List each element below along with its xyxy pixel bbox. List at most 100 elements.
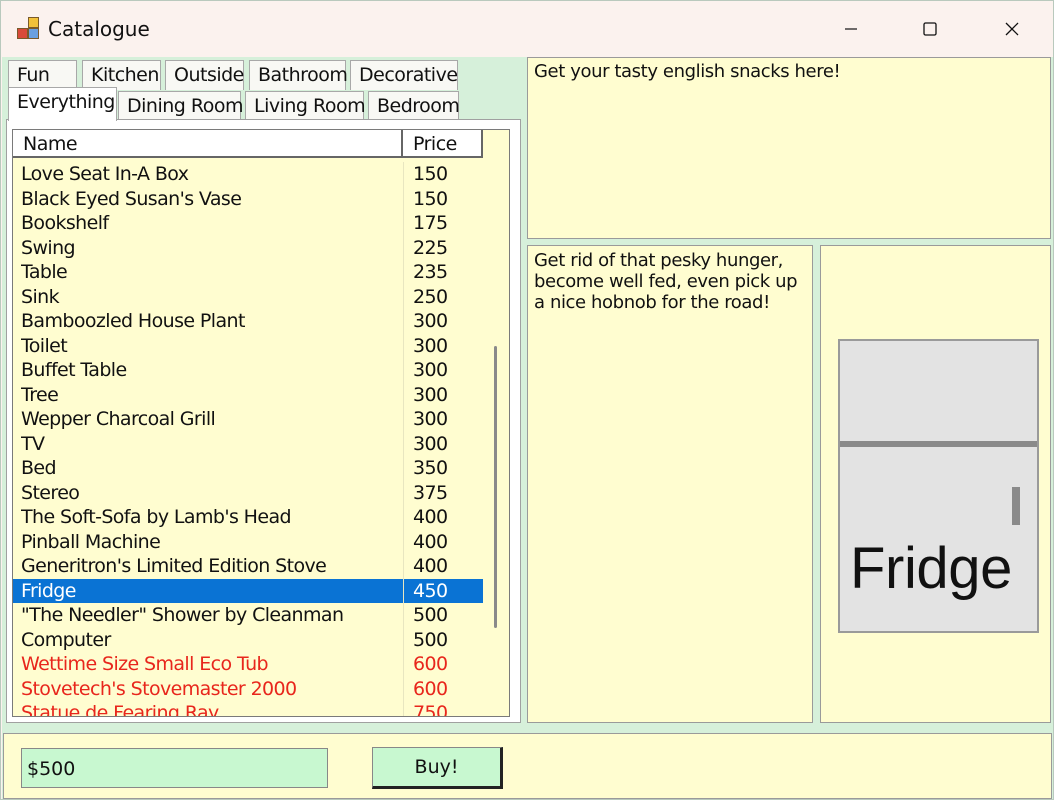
item-name: Black Eyed Susan's Vase [21,187,242,210]
item-name: Swing [21,236,76,259]
list-item[interactable]: Tree 300 [13,382,483,407]
close-button[interactable] [972,1,1052,57]
tab-everything[interactable]: Everything [8,87,117,121]
item-price: 750 [413,702,448,717]
item-name: TV [21,432,45,455]
item-name: Tree [21,383,59,406]
item-price: 400 [413,555,448,577]
list-item[interactable]: Toilet 300 [13,333,483,358]
item-name: Stovetech's Stovemaster 2000 [21,677,297,700]
list-item[interactable]: Wepper Charcoal Grill 300 [13,407,483,432]
list-item[interactable]: Wettime Size Small Eco Tub 600 [13,652,483,677]
list-item[interactable]: Statue de Fearing Ray 750 [13,701,483,717]
fridge-label: Fridge [850,536,1012,601]
tagline-text: Get your tasty english snacks here! [534,61,841,82]
item-name: "The Needler" Shower by Cleanman [21,604,344,626]
window-title: Catalogue [48,17,150,41]
list-item[interactable]: Fridge 450 [13,578,483,603]
item-name: Toilet [21,334,68,357]
tab-kitchen[interactable]: Kitchen [82,60,161,90]
scrollbar-thumb[interactable] [494,346,497,628]
item-name: The Soft-Sofa by Lamb's Head [21,506,292,528]
tab-dining-room[interactable]: Dining Room [118,91,243,121]
item-price: 600 [413,653,448,675]
buy-button[interactable]: Buy! [372,747,503,789]
tab-decorative[interactable]: Decorative [350,60,458,90]
list-item[interactable]: Love Seat In-A Box 150 [13,162,483,187]
close-icon [1005,22,1019,36]
item-name: Bookshelf [21,212,109,234]
item-price: 300 [413,334,448,357]
column-header-name[interactable]: Name [13,130,403,157]
tagline-panel: Get your tasty english snacks here! [527,57,1051,239]
item-name: Table [21,261,68,283]
list-item[interactable]: Pinball Machine 400 [13,529,483,554]
tab-outside[interactable]: Outside [165,60,244,90]
list-item[interactable]: "The Needler" Shower by Cleanman 500 [13,603,483,628]
tab-bedroom[interactable]: Bedroom [368,91,460,121]
list-item[interactable]: Bookshelf 175 [13,211,483,236]
item-price: 450 [413,579,448,602]
item-name: Pinball Machine [21,530,161,553]
list-item[interactable]: Swing 225 [13,235,483,260]
item-name: Statue de Fearing Ray [21,702,219,717]
column-header-price[interactable]: Price [403,130,483,157]
item-name: Computer [21,628,111,651]
item-price: 400 [413,530,448,553]
item-price: 175 [413,212,448,234]
list-item[interactable]: Bamboozled House Plant 300 [13,309,483,334]
list-scrollbar[interactable] [483,130,509,716]
item-price: 235 [413,261,448,283]
item-name: Wettime Size Small Eco Tub [21,653,269,675]
balance-field[interactable]: $500 [21,748,328,788]
description-panel: Get rid of that pesky hunger, become wel… [527,245,813,723]
item-price: 300 [413,408,448,430]
item-name: Fridge [21,579,76,602]
item-price: 150 [413,163,448,185]
item-price: 300 [413,432,448,455]
item-price: 400 [413,506,448,528]
item-name: Love Seat In-A Box [21,163,189,185]
item-image-panel: Fridge [820,245,1051,723]
maximize-button[interactable] [890,1,970,57]
tab-living-room[interactable]: Living Room [245,91,366,121]
item-price: 500 [413,604,448,626]
client-area: Fun Kitchen Outside Bathroom Decorative … [2,57,1053,799]
list-rows: Love Seat In-A Box 150 Black Eyed Susan's … [13,162,483,717]
tab-fun[interactable]: Fun [8,60,77,90]
list-item[interactable]: Sink 250 [13,284,483,309]
list-item[interactable]: Stovetech's Stovemaster 2000 600 [13,676,483,701]
title-bar[interactable]: Catalogue [1,1,1053,57]
item-price: 250 [413,285,448,308]
maximize-icon [923,22,937,36]
fridge-handle [1012,487,1020,525]
list-item[interactable]: Bed 350 [13,456,483,481]
list-item[interactable]: The Soft-Sofa by Lamb's Head 400 [13,505,483,530]
fridge-image: Fridge [838,339,1039,633]
fridge-freezer-door [840,341,1037,447]
item-price: 500 [413,628,448,651]
item-price: 300 [413,310,448,332]
item-name: Bed [21,457,57,479]
item-price: 600 [413,677,448,700]
purchase-bar: $500 Buy! [3,733,1052,799]
list-item[interactable]: TV 300 [13,431,483,456]
list-item[interactable]: Generitron's Limited Edition Stove 400 [13,554,483,579]
list-item[interactable]: Buffet Table 300 [13,358,483,383]
tab-bathroom[interactable]: Bathroom [249,60,348,90]
item-price: 300 [413,383,448,406]
item-name: Wepper Charcoal Grill [21,408,216,430]
list-item[interactable]: Table 235 [13,260,483,285]
minimize-icon [845,28,857,30]
list-item[interactable]: Stereo 375 [13,480,483,505]
item-name: Bamboozled House Plant [21,310,245,332]
item-price: 375 [413,481,448,504]
list-item[interactable]: Computer 500 [13,627,483,652]
item-price: 225 [413,236,448,259]
catalogue-window: Catalogue Fun Kitchen Outside Bathroom D… [0,0,1054,800]
item-name: Buffet Table [21,359,127,381]
description-text: Get rid of that pesky hunger, become wel… [534,250,798,313]
list-item[interactable]: Black Eyed Susan's Vase 150 [13,186,483,211]
minimize-button[interactable] [811,1,891,57]
catalogue-list[interactable]: Name Price Love Seat In-A Box 150 Black Ey… [12,129,510,717]
